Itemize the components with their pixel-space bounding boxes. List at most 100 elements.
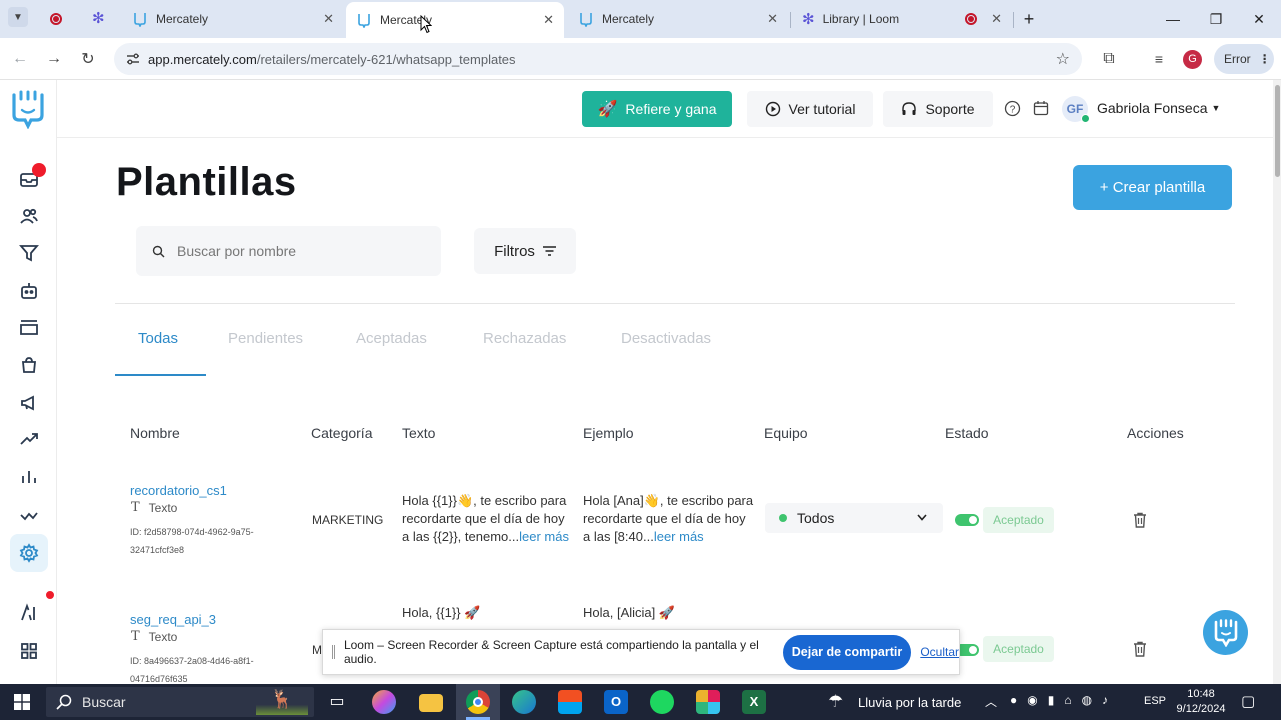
browser-tab-strip: ▼ ✻ Mercately ✕ Mercately ✕ Mercately ✕ … [0, 0, 1281, 38]
media-controls-icon[interactable]: ≡ [1147, 47, 1171, 71]
help-circle-icon[interactable]: ? [1004, 100, 1021, 117]
tab-rechazadas[interactable]: Rechazadas [483, 330, 566, 347]
reload-icon[interactable]: ↻ [76, 47, 100, 71]
tab-mercately-3[interactable]: Mercately ✕ [568, 4, 788, 34]
filters-button[interactable]: Filtros [474, 228, 576, 274]
mercately-logo-icon[interactable] [10, 89, 46, 129]
sidebar-shopping-bag-icon[interactable] [18, 354, 40, 376]
template-example: Hola, [Alicia] 🚀 [583, 605, 676, 620]
user-menu[interactable]: Gabriola Fonseca ▼ [1097, 100, 1220, 116]
calendar-icon[interactable] [1033, 100, 1049, 116]
tray-icons[interactable]: ●◉▮⌂◍♪ [1010, 693, 1118, 707]
column-header-nombre: Nombre [130, 425, 180, 441]
status-toggle[interactable] [955, 514, 979, 526]
loom-sharing-bar: Loom – Screen Recorder & Screen Capture … [322, 629, 960, 675]
sidebar-settings-icon[interactable] [18, 542, 40, 564]
team-select[interactable]: Todos [765, 503, 943, 533]
sidebar-bar-chart-icon[interactable] [18, 466, 40, 488]
url-path: /retailers/mercately-621/whatsapp_templa… [256, 51, 516, 67]
chrome-error-button[interactable]: Error ⋮ [1214, 44, 1274, 74]
search-input[interactable]: Buscar por nombre [136, 226, 441, 276]
chat-support-button[interactable] [1203, 610, 1248, 655]
input-language[interactable]: ESP [1144, 695, 1166, 707]
minimize-window-icon[interactable]: — [1158, 6, 1188, 32]
sidebar-apps-grid-icon[interactable] [18, 640, 40, 662]
sidebar-ai-icon[interactable] [18, 602, 40, 624]
weather-text[interactable]: Lluvia por la tarde [858, 695, 961, 710]
pinned-tab-gear-icon[interactable]: ✻ [92, 11, 108, 27]
sidebar-funnel-icon[interactable] [18, 242, 40, 264]
page-scrollbar-thumb[interactable] [1275, 85, 1280, 177]
support-button[interactable]: Soporte [883, 91, 993, 127]
column-header-estado: Estado [945, 425, 989, 441]
tab-todas[interactable]: Todas [138, 330, 178, 347]
maximize-window-icon[interactable]: ❐ [1201, 6, 1231, 32]
tray-chevron-up-icon[interactable]: ︿ [985, 693, 997, 710]
outlook-app-icon[interactable]: O [604, 690, 628, 714]
back-arrow-icon[interactable]: ← [8, 47, 32, 71]
column-header-ejemplo: Ejemplo [583, 425, 634, 441]
trash-icon[interactable] [1133, 512, 1147, 528]
sidebar-store-icon[interactable] [18, 316, 40, 338]
tab-desactivadas[interactable]: Desactivadas [621, 330, 711, 347]
close-tab-icon[interactable]: ✕ [323, 11, 334, 27]
tab-loom-library[interactable]: ✻ Library | Loom ✕ [792, 4, 1012, 34]
filter-lines-icon [542, 246, 556, 256]
site-settings-icon[interactable] [126, 52, 140, 66]
template-name-link[interactable]: seg_req_api_3 [130, 612, 216, 627]
close-tab-icon[interactable]: ✕ [991, 11, 1002, 27]
tab-mercately-1[interactable]: Mercately ✕ [122, 4, 344, 34]
template-type: T Texto [131, 629, 178, 644]
read-more-link[interactable]: leer más [519, 529, 569, 544]
browser-toolbar: ← → ↻ app.mercately.com/retailers/mercat… [0, 38, 1281, 80]
slack-app-icon[interactable] [696, 690, 720, 714]
user-avatar[interactable]: GF [1062, 96, 1090, 123]
tab-search-chevron-icon[interactable]: ▼ [8, 7, 28, 27]
task-view-icon[interactable]: ▭ [325, 690, 349, 714]
play-circle-icon [765, 101, 780, 117]
create-template-button[interactable]: + Crear plantilla [1073, 165, 1232, 210]
file-explorer-app-icon[interactable] [419, 694, 443, 712]
template-id: ID: 8a496637-2a08-4d46-a8f1- 04716d76f63… [130, 656, 254, 684]
close-tab-icon[interactable]: ✕ [543, 12, 554, 28]
column-header-acciones: Acciones [1127, 425, 1184, 441]
profile-avatar[interactable]: G [1183, 50, 1202, 69]
trash-icon[interactable] [1133, 641, 1147, 657]
drag-handle-icon[interactable] [332, 645, 335, 659]
chat-bot-icon [1214, 618, 1237, 647]
windows-start-icon[interactable] [14, 694, 30, 710]
new-tab-plus-icon[interactable]: + [1014, 6, 1044, 32]
sidebar-bot-icon[interactable] [18, 280, 40, 302]
tab-mercately-2[interactable]: Mercately ✕ [346, 2, 564, 38]
extensions-puzzle-icon[interactable]: ⧉ [1097, 47, 1121, 71]
chrome-app-icon[interactable] [466, 690, 490, 714]
close-tab-icon[interactable]: ✕ [767, 11, 778, 27]
sidebar-megaphone-icon[interactable] [18, 392, 40, 414]
taskbar-search[interactable]: Buscar 🦌 [46, 687, 314, 717]
spotify-app-icon[interactable] [650, 690, 674, 714]
sidebar-trending-icon[interactable] [18, 428, 40, 450]
address-bar[interactable]: app.mercately.com/retailers/mercately-62… [114, 43, 1082, 75]
tab-pendientes[interactable]: Pendientes [228, 330, 303, 347]
watch-tutorial-button[interactable]: Ver tutorial [747, 91, 873, 127]
notifications-icon[interactable]: ▢ [1241, 692, 1255, 710]
sidebar-contacts-icon[interactable] [18, 205, 40, 227]
tab-aceptadas[interactable]: Aceptadas [356, 330, 427, 347]
close-window-icon[interactable]: ✕ [1244, 6, 1274, 32]
chevron-down-icon [917, 514, 927, 521]
read-more-link[interactable]: leer más [654, 529, 704, 544]
edge-app-icon[interactable] [512, 690, 536, 714]
column-header-categoria: Categoría [311, 425, 373, 441]
store-app-icon[interactable] [558, 690, 582, 714]
refer-and-earn-button[interactable]: 🚀 Refiere y gana [582, 91, 732, 127]
template-name-link[interactable]: recordatorio_cs1 [130, 483, 227, 498]
sidebar-integrations-icon[interactable] [18, 504, 40, 526]
stop-sharing-button[interactable]: Dejar de compartir [782, 634, 912, 670]
excel-app-icon[interactable]: X [742, 690, 766, 714]
forward-arrow-icon[interactable]: → [42, 47, 66, 71]
copilot-app-icon[interactable] [372, 690, 396, 714]
hide-link[interactable]: Ocultar [920, 645, 959, 659]
bookmark-star-icon[interactable]: ☆ [1056, 49, 1070, 69]
status-badge: Aceptado [983, 507, 1054, 533]
system-clock[interactable]: 10:48 9/12/2024 [1172, 687, 1230, 717]
